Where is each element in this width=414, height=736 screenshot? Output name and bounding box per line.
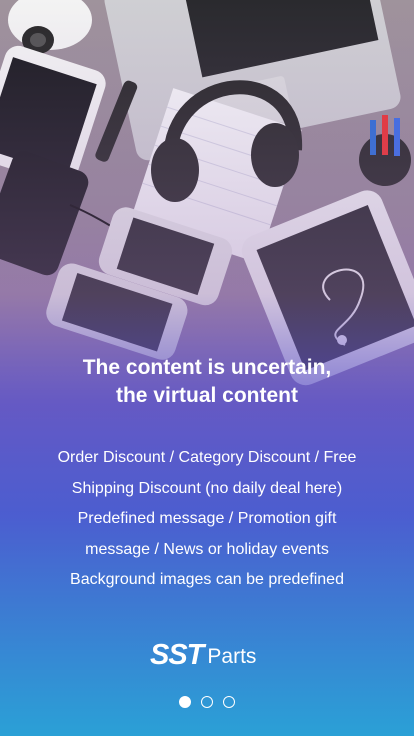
headline: The content is uncertain, the virtual co… bbox=[0, 354, 414, 410]
logo-wordmark: Parts bbox=[207, 645, 257, 668]
description-line: Background images can be predefined bbox=[70, 571, 344, 588]
onboarding-screen: The content is uncertain, the virtual co… bbox=[0, 0, 414, 736]
page-dot-1[interactable] bbox=[179, 696, 191, 708]
page-dot-2[interactable] bbox=[201, 696, 213, 708]
page-indicator bbox=[0, 696, 414, 708]
headline-line-1: The content is uncertain, bbox=[82, 356, 332, 379]
logo-mark: SST bbox=[150, 639, 204, 671]
brand-logo: SST Parts bbox=[150, 632, 270, 672]
description-line: message / News or holiday events bbox=[85, 540, 329, 558]
description-line: Order Discount / Category Discount / Fre… bbox=[57, 449, 357, 466]
page-dot-3[interactable] bbox=[223, 696, 235, 708]
description-line: Shipping Discount (no daily deal here) bbox=[71, 479, 343, 497]
description-text: Order Discount / Category Discount / Fre… bbox=[20, 443, 394, 596]
headline-line-2: the virtual content bbox=[115, 384, 299, 407]
description-line: Predefined message / Promotion gift bbox=[77, 510, 337, 527]
